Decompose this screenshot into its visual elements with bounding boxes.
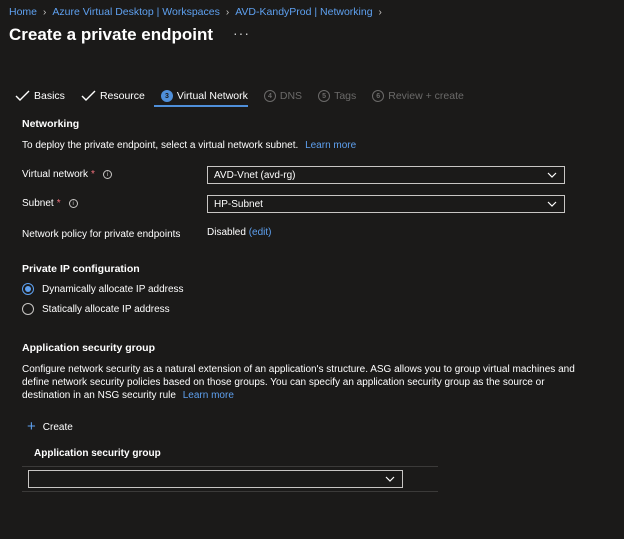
subnet-label: Subnet * i bbox=[22, 198, 78, 209]
networking-description-text: To deploy the private endpoint, select a… bbox=[22, 140, 299, 151]
networking-heading: Networking bbox=[22, 118, 80, 130]
asg-column-header: Application security group bbox=[34, 448, 161, 459]
tab-review-create[interactable]: 6 Review + create bbox=[372, 90, 464, 102]
virtual-network-select[interactable]: AVD-Vnet (avd-rg) bbox=[207, 166, 565, 184]
more-options-button[interactable]: ··· bbox=[233, 25, 250, 41]
private-ip-heading: Private IP configuration bbox=[22, 263, 140, 275]
asg-description: Configure network security as a natural … bbox=[22, 363, 582, 402]
chevron-down-icon bbox=[547, 172, 557, 178]
step-number-icon: 5 bbox=[318, 90, 331, 102]
info-icon[interactable]: i bbox=[102, 170, 112, 179]
asg-description-text: destination in an NSG security rule bbox=[22, 390, 176, 401]
active-tab-indicator bbox=[154, 105, 248, 107]
tab-label: Virtual Network bbox=[176, 90, 248, 102]
radio-button-checked[interactable] bbox=[22, 283, 34, 295]
field-label: Virtual network bbox=[22, 169, 88, 180]
virtual-network-label: Virtual network * i bbox=[22, 169, 112, 180]
tab-tags[interactable]: 5 Tags bbox=[318, 90, 356, 102]
asg-learn-more-link[interactable]: Learn more bbox=[183, 390, 234, 401]
tab-label: Review + create bbox=[388, 90, 464, 102]
create-label: Create bbox=[42, 421, 73, 433]
radio-label: Statically allocate IP address bbox=[42, 303, 170, 315]
required-marker: * bbox=[56, 198, 61, 209]
radio-label: Dynamically allocate IP address bbox=[42, 283, 184, 295]
plus-icon: + bbox=[27, 418, 36, 435]
tab-label: Resource bbox=[99, 90, 145, 102]
breadcrumb-networking[interactable]: AVD-KandyProd | Networking bbox=[235, 6, 372, 18]
breadcrumb: Home › Azure Virtual Desktop | Workspace… bbox=[9, 5, 388, 19]
tab-virtual-network[interactable]: 3 Virtual Network bbox=[160, 90, 248, 102]
networking-description: To deploy the private endpoint, select a… bbox=[22, 140, 356, 151]
info-icon[interactable]: i bbox=[68, 199, 78, 208]
select-value: HP-Subnet bbox=[214, 198, 263, 210]
network-policy-status: Disabled bbox=[207, 227, 246, 238]
asg-description-line: Configure network security as a natural … bbox=[22, 364, 575, 375]
chevron-right-icon: › bbox=[225, 6, 230, 18]
create-asg-button[interactable]: + Create bbox=[27, 418, 73, 435]
subnet-select[interactable]: HP-Subnet bbox=[207, 195, 565, 213]
tab-label: Basics bbox=[34, 90, 65, 102]
step-number-icon: 4 bbox=[263, 90, 276, 102]
step-number-icon: 3 bbox=[160, 90, 173, 102]
network-policy-label: Network policy for private endpoints bbox=[22, 229, 181, 240]
radio-static-ip[interactable]: Statically allocate IP address bbox=[22, 303, 170, 315]
table-divider bbox=[22, 466, 438, 467]
network-policy-edit-link[interactable]: (edit) bbox=[249, 227, 272, 238]
asg-heading: Application security group bbox=[22, 342, 156, 354]
breadcrumb-workspaces[interactable]: Azure Virtual Desktop | Workspaces bbox=[52, 6, 220, 18]
networking-learn-more-link[interactable]: Learn more bbox=[305, 140, 356, 151]
checkmark-icon bbox=[15, 90, 30, 101]
asg-description-line: define network security policies based o… bbox=[22, 377, 545, 388]
asg-description-line-3: destination in an NSG security rule Lear… bbox=[22, 389, 582, 402]
page-title: Create a private endpoint bbox=[9, 25, 214, 44]
network-policy-value: Disabled (edit) bbox=[207, 227, 272, 238]
chevron-down-icon bbox=[385, 476, 395, 482]
required-marker: * bbox=[90, 169, 95, 180]
tab-label: Tags bbox=[334, 90, 357, 102]
chevron-right-icon: › bbox=[43, 6, 47, 18]
tab-dns[interactable]: 4 DNS bbox=[263, 90, 303, 102]
select-value: AVD-Vnet (avd-rg) bbox=[214, 169, 296, 181]
chevron-right-icon: › bbox=[378, 6, 382, 18]
radio-dynamic-ip[interactable]: Dynamically allocate IP address bbox=[22, 283, 184, 295]
wizard-tabs: Basics Resource 3 Virtual Network 4 DNS … bbox=[15, 87, 480, 105]
step-number-icon: 6 bbox=[372, 90, 385, 102]
checkmark-icon bbox=[81, 90, 96, 101]
tab-resource[interactable]: Resource bbox=[81, 90, 145, 102]
radio-button[interactable] bbox=[22, 303, 34, 315]
tab-label: DNS bbox=[279, 90, 303, 102]
breadcrumb-home[interactable]: Home bbox=[9, 6, 37, 18]
asg-select[interactable] bbox=[28, 470, 403, 488]
field-label: Subnet bbox=[22, 198, 54, 209]
tab-basics[interactable]: Basics bbox=[15, 90, 65, 102]
table-divider bbox=[22, 491, 438, 492]
chevron-down-icon bbox=[547, 201, 557, 207]
